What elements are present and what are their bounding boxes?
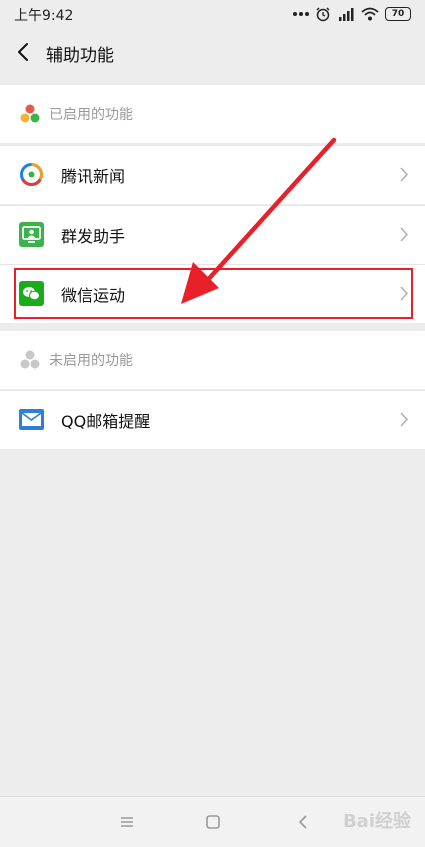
chevron-right-icon bbox=[400, 412, 409, 427]
feature-row-qq-mail[interactable]: QQ邮箱提醒 bbox=[0, 390, 425, 449]
menu-icon[interactable] bbox=[116, 811, 138, 833]
more-dots-icon bbox=[293, 12, 309, 16]
system-nav-bar: Bai经验 bbox=[0, 796, 425, 847]
enabled-features-icon bbox=[20, 104, 40, 123]
qq-mail-icon bbox=[19, 409, 44, 430]
tencent-news-icon bbox=[20, 162, 44, 187]
enabled-section-header: 已启用的功能 bbox=[0, 85, 425, 143]
status-bar: 上午9:42 70 bbox=[0, 0, 425, 28]
signal-icon bbox=[339, 8, 354, 21]
status-time: 上午9:42 bbox=[14, 8, 74, 24]
feature-label: 群发助手 bbox=[61, 227, 126, 246]
enabled-section-label: 已启用的功能 bbox=[49, 107, 133, 123]
page-title: 辅助功能 bbox=[46, 46, 114, 66]
row-divider bbox=[0, 264, 425, 265]
feature-label: QQ邮箱提醒 bbox=[61, 412, 151, 431]
feature-label: 腾讯新闻 bbox=[61, 167, 126, 186]
disabled-section-header: 未启用的功能 bbox=[0, 331, 425, 389]
row-divider bbox=[0, 205, 425, 206]
back-nav-icon[interactable] bbox=[292, 811, 314, 833]
chevron-right-icon bbox=[400, 227, 409, 242]
row-divider bbox=[0, 145, 425, 146]
feature-row-mass-message[interactable]: 群发助手 bbox=[0, 205, 425, 264]
row-divider bbox=[0, 390, 425, 391]
nav-bar: 辅助功能 bbox=[0, 28, 425, 78]
watermark: Bai经验 bbox=[342, 811, 411, 832]
battery-indicator: 70 bbox=[385, 7, 411, 21]
wifi-icon bbox=[361, 7, 379, 21]
home-icon[interactable] bbox=[202, 811, 224, 833]
disabled-section-label: 未启用的功能 bbox=[49, 353, 133, 369]
status-icons: 70 bbox=[293, 5, 411, 23]
mass-message-icon bbox=[19, 222, 44, 247]
chevron-right-icon bbox=[400, 167, 409, 182]
highlight-box bbox=[14, 268, 413, 319]
back-button[interactable] bbox=[12, 40, 36, 64]
feature-row-tencent-news[interactable]: 腾讯新闻 bbox=[0, 145, 425, 204]
disabled-features-icon bbox=[20, 350, 40, 369]
alarm-icon bbox=[316, 7, 330, 22]
